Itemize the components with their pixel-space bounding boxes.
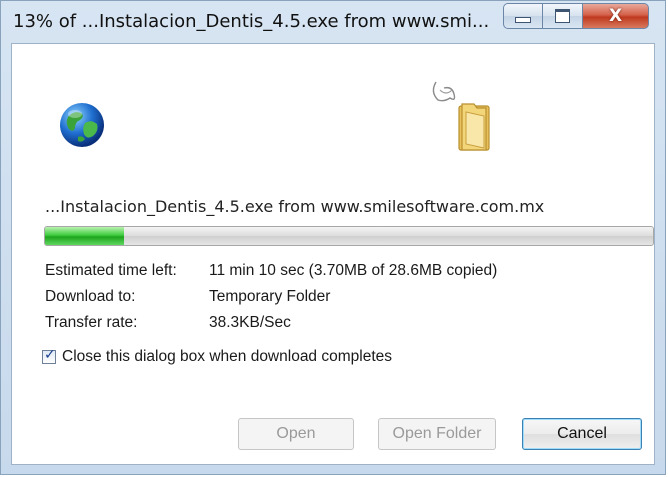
transfer-rate-label: Transfer rate: (45, 314, 138, 331)
estimated-time-value: 11 min 10 sec (3.70MB of 28.6MB copied) (209, 262, 498, 279)
globe-icon (60, 103, 104, 147)
close-when-done-label[interactable]: Close this dialog box when download comp… (62, 348, 392, 366)
dialog-content: ...Instalacion_Dentis_4.5.exe from www.s… (11, 43, 655, 465)
caption-buttons: X (503, 3, 657, 31)
close-when-done-option[interactable]: ✓ Close this dialog box when download co… (42, 347, 392, 367)
progress-fill (45, 227, 125, 245)
file-source-line: ...Instalacion_Dentis_4.5.exe from www.s… (45, 197, 545, 216)
minimize-button[interactable] (503, 3, 543, 29)
minimize-icon (515, 17, 531, 23)
download-progress-bar (44, 226, 654, 246)
cancel-button[interactable]: Cancel (522, 418, 642, 450)
download-to-label: Download to: (45, 288, 136, 305)
checkmark-icon: ✓ (44, 347, 56, 363)
close-button[interactable]: X (583, 3, 649, 29)
maximize-button[interactable] (543, 3, 583, 29)
maximize-icon (555, 9, 570, 23)
transfer-rate-value: 38.3KB/Sec (209, 314, 291, 331)
download-dialog-window: 13% of ...Instalacion_Dentis_4.5.exe fro… (0, 0, 666, 475)
open-button[interactable]: Open (238, 418, 354, 450)
close-when-done-checkbox[interactable]: ✓ (42, 347, 56, 364)
title-bar[interactable]: 13% of ...Instalacion_Dentis_4.5.exe fro… (1, 1, 667, 43)
open-folder-button[interactable]: Open Folder (378, 418, 496, 450)
download-to-value: Temporary Folder (209, 288, 331, 305)
window-title: 13% of ...Instalacion_Dentis_4.5.exe fro… (13, 11, 490, 32)
close-icon: X (608, 6, 623, 26)
estimated-time-label: Estimated time left: (45, 262, 177, 279)
folder-icon (432, 81, 490, 151)
